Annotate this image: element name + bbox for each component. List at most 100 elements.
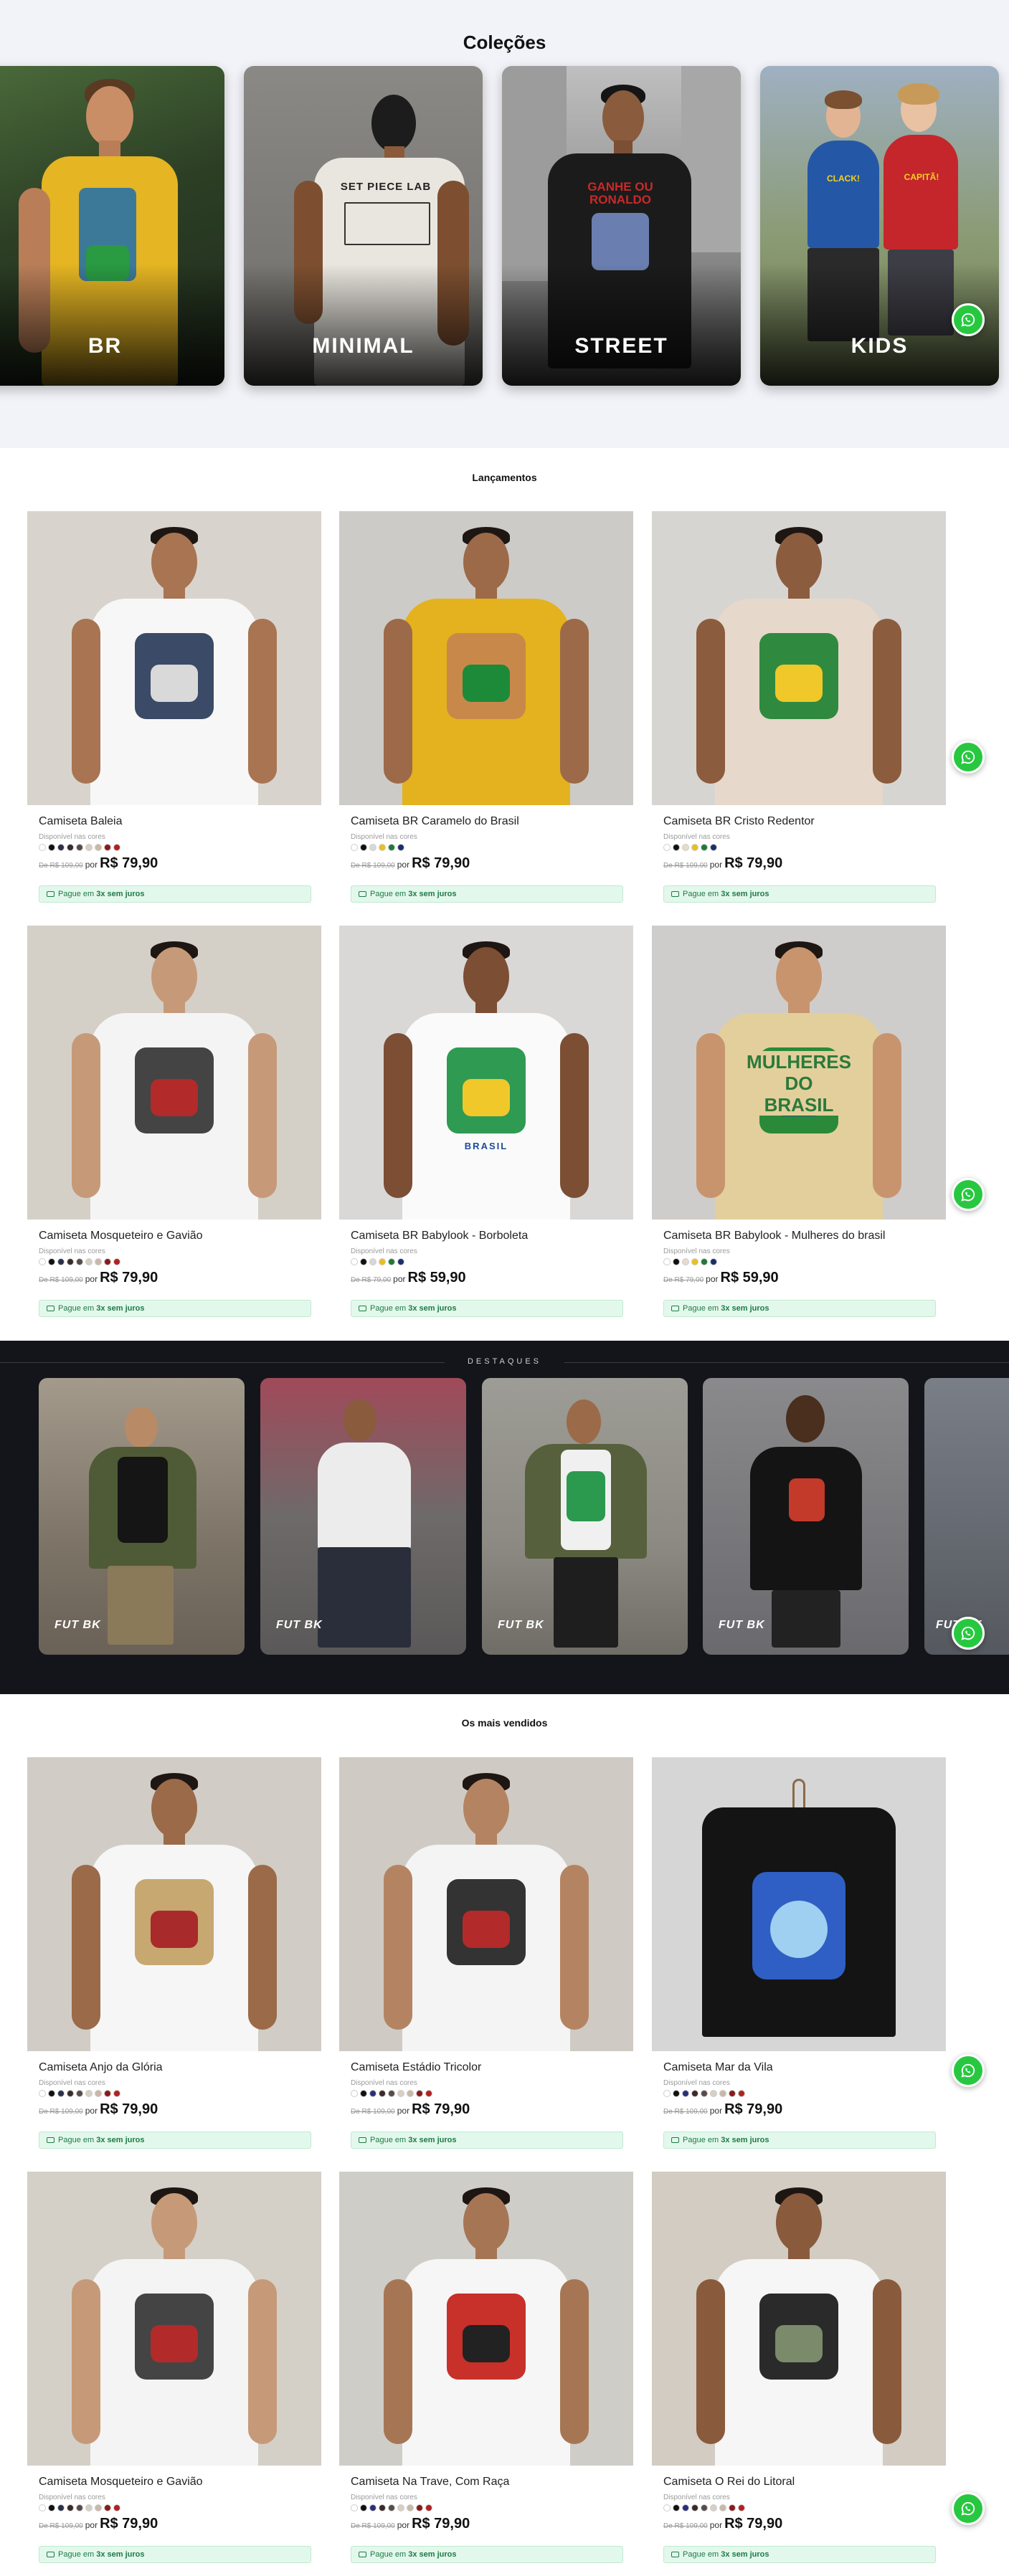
color-swatch[interactable] xyxy=(663,844,671,851)
color-swatch[interactable] xyxy=(673,844,680,851)
color-swatch[interactable] xyxy=(691,844,698,851)
color-swatch[interactable] xyxy=(663,2504,671,2511)
product-card[interactable]: BRASIL Camiseta BR Babylook - Borboleta Di… xyxy=(339,926,633,1320)
color-swatch[interactable] xyxy=(351,1258,358,1265)
collection-card-street[interactable]: GANHE OU RONALDO STREET xyxy=(502,66,741,386)
destaque-card[interactable]: FUT BK xyxy=(924,1378,1009,1655)
destaque-card[interactable]: FUT BK xyxy=(39,1378,245,1655)
color-swatch[interactable] xyxy=(85,844,93,851)
product-card[interactable]: Camiseta Mar da Vila Disponível nas cores… xyxy=(652,1757,946,2152)
product-card[interactable]: Camiseta Estádio Tricolor Disponível nas … xyxy=(339,1757,633,2152)
color-swatch[interactable] xyxy=(379,844,386,851)
color-swatch[interactable] xyxy=(682,2504,689,2511)
product-name[interactable]: Camiseta BR Babylook - Borboleta xyxy=(351,1230,528,1242)
collection-card-kids[interactable]: CLACK! CAPITÃ! KIDS xyxy=(760,66,999,386)
color-swatch[interactable] xyxy=(719,2504,726,2511)
color-swatch[interactable] xyxy=(388,844,395,851)
whatsapp-button[interactable] xyxy=(952,2054,985,2087)
color-swatch[interactable] xyxy=(57,2504,65,2511)
product-image[interactable] xyxy=(339,511,633,805)
color-swatch[interactable] xyxy=(710,2504,717,2511)
product-image[interactable] xyxy=(652,511,946,805)
color-swatch[interactable] xyxy=(39,1258,46,1265)
color-swatch[interactable] xyxy=(360,2504,367,2511)
color-swatch[interactable] xyxy=(360,1258,367,1265)
color-swatch[interactable] xyxy=(67,1258,74,1265)
product-card[interactable]: Camiseta BR Cristo Redentor Disponível na… xyxy=(652,511,946,906)
color-swatch[interactable] xyxy=(701,2504,708,2511)
color-swatch[interactable] xyxy=(729,2504,736,2511)
product-name[interactable]: Camiseta Baleia xyxy=(39,815,123,828)
product-card[interactable]: Camiseta Baleia Disponível nas cores De R$… xyxy=(27,511,321,906)
product-image[interactable]: MULHERES DO BRASIL xyxy=(652,926,946,1220)
color-swatch[interactable] xyxy=(701,2090,708,2097)
product-image[interactable] xyxy=(27,2172,321,2466)
color-swatch[interactable] xyxy=(369,1258,376,1265)
color-swatch[interactable] xyxy=(738,2090,745,2097)
color-swatch[interactable] xyxy=(397,2090,404,2097)
product-image[interactable] xyxy=(339,2172,633,2466)
product-card[interactable]: Camiseta Mosqueteiro e Gavião Disponível … xyxy=(27,2172,321,2566)
color-swatch[interactable] xyxy=(729,2090,736,2097)
color-swatch[interactable] xyxy=(48,2504,55,2511)
product-card[interactable]: Camiseta BR Caramelo do Brasil Disponível… xyxy=(339,511,633,906)
product-name[interactable]: Camiseta Mar da Vila xyxy=(663,2061,773,2074)
product-name[interactable]: Camiseta O Rei do Litoral xyxy=(663,2476,795,2489)
color-swatch[interactable] xyxy=(76,844,83,851)
color-swatch[interactable] xyxy=(663,2090,671,2097)
product-card[interactable]: Camiseta Na Trave, Com Raça Disponível na… xyxy=(339,2172,633,2566)
color-swatch[interactable] xyxy=(691,2090,698,2097)
color-swatch[interactable] xyxy=(379,2090,386,2097)
destaque-card[interactable]: FUT BK xyxy=(703,1378,909,1655)
product-name[interactable]: Camiseta Na Trave, Com Raça xyxy=(351,2476,509,2489)
color-swatch[interactable] xyxy=(104,844,111,851)
color-swatch[interactable] xyxy=(113,844,120,851)
color-swatch[interactable] xyxy=(104,2504,111,2511)
color-swatch[interactable] xyxy=(104,2090,111,2097)
product-name[interactable]: Camiseta BR Babylook - Mulheres do brasi… xyxy=(663,1230,885,1242)
color-swatch[interactable] xyxy=(104,1258,111,1265)
color-swatch[interactable] xyxy=(738,2504,745,2511)
color-swatch[interactable] xyxy=(57,2090,65,2097)
color-swatch[interactable] xyxy=(710,1258,717,1265)
product-card[interactable]: MULHERES DO BRASIL Camiseta BR Babylook - M… xyxy=(652,926,946,1320)
color-swatch[interactable] xyxy=(388,2504,395,2511)
whatsapp-button[interactable] xyxy=(952,1617,985,1650)
color-swatch[interactable] xyxy=(673,2090,680,2097)
color-swatch[interactable] xyxy=(407,2090,414,2097)
color-swatch[interactable] xyxy=(67,2504,74,2511)
color-swatch[interactable] xyxy=(39,844,46,851)
color-swatch[interactable] xyxy=(48,1258,55,1265)
color-swatch[interactable] xyxy=(701,1258,708,1265)
product-image[interactable]: BRASIL xyxy=(339,926,633,1220)
color-swatch[interactable] xyxy=(48,2090,55,2097)
color-swatch[interactable] xyxy=(113,2090,120,2097)
color-swatch[interactable] xyxy=(663,1258,671,1265)
color-swatch[interactable] xyxy=(710,844,717,851)
color-swatch[interactable] xyxy=(369,844,376,851)
color-swatch[interactable] xyxy=(682,2090,689,2097)
destaque-card[interactable]: FUT BK xyxy=(482,1378,688,1655)
product-image[interactable] xyxy=(27,926,321,1220)
color-swatch[interactable] xyxy=(379,2504,386,2511)
product-image[interactable] xyxy=(339,1757,633,2051)
color-swatch[interactable] xyxy=(360,844,367,851)
color-swatch[interactable] xyxy=(682,1258,689,1265)
color-swatch[interactable] xyxy=(719,2090,726,2097)
product-name[interactable]: Camiseta Mosqueteiro e Gavião xyxy=(39,1230,203,1242)
color-swatch[interactable] xyxy=(95,1258,102,1265)
color-swatch[interactable] xyxy=(351,2090,358,2097)
color-swatch[interactable] xyxy=(57,844,65,851)
color-swatch[interactable] xyxy=(351,844,358,851)
color-swatch[interactable] xyxy=(39,2504,46,2511)
color-swatch[interactable] xyxy=(360,2090,367,2097)
color-swatch[interactable] xyxy=(113,2504,120,2511)
color-swatch[interactable] xyxy=(76,1258,83,1265)
product-card[interactable]: Camiseta O Rei do Litoral Disponível nas … xyxy=(652,2172,946,2566)
destaque-card[interactable]: FUT BK xyxy=(260,1378,466,1655)
product-name[interactable]: Camiseta Anjo da Glória xyxy=(39,2061,163,2074)
product-image[interactable] xyxy=(652,1757,946,2051)
color-swatch[interactable] xyxy=(416,2504,423,2511)
color-swatch[interactable] xyxy=(379,1258,386,1265)
color-swatch[interactable] xyxy=(39,2090,46,2097)
